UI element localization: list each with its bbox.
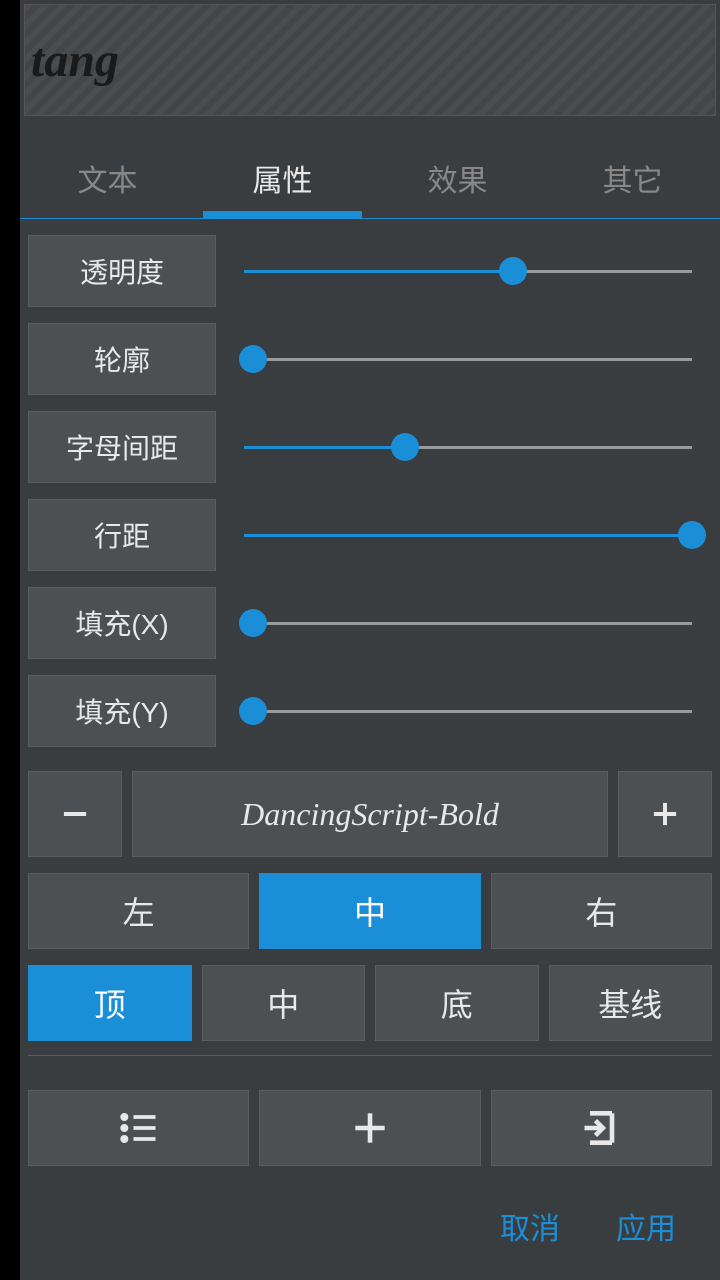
add-button[interactable]	[259, 1090, 480, 1166]
cancel-button[interactable]: 取消	[500, 1204, 560, 1248]
align-middle-button[interactable]: 中	[202, 965, 366, 1041]
insert-button[interactable]	[491, 1090, 712, 1166]
align-bottom-button[interactable]: 底	[375, 965, 539, 1041]
padding-x-row: 填充(X)	[28, 587, 712, 659]
align-baseline-button[interactable]: 基线	[549, 965, 713, 1041]
tab-other[interactable]: 其它	[545, 134, 720, 218]
list-icon	[117, 1106, 161, 1150]
padding-y-row: 填充(Y)	[28, 675, 712, 747]
dialog-actions: 取消 应用	[20, 1176, 720, 1280]
font-name-display[interactable]: DancingScript-Bold	[132, 771, 608, 857]
minus-icon	[56, 795, 94, 833]
padding-y-slider[interactable]	[244, 675, 712, 747]
tab-effects[interactable]: 效果	[370, 134, 545, 218]
outline-row: 轮廓	[28, 323, 712, 395]
v-align-row: 顶 中 底 基线	[28, 965, 712, 1041]
letter-spacing-row: 字母间距	[28, 411, 712, 483]
line-spacing-row: 行距	[28, 499, 712, 571]
line-spacing-slider[interactable]	[244, 499, 712, 571]
line-spacing-label[interactable]: 行距	[28, 499, 216, 571]
font-prev-button[interactable]	[28, 771, 122, 857]
properties-content[interactable]: 透明度 轮廓 字母间距 行距 填充(X)	[20, 219, 720, 1080]
outline-slider[interactable]	[244, 323, 712, 395]
tab-text[interactable]: 文本	[20, 134, 195, 218]
padding-x-slider[interactable]	[244, 587, 712, 659]
plus-icon	[646, 795, 684, 833]
padding-x-label[interactable]: 填充(X)	[28, 587, 216, 659]
divider	[28, 1055, 712, 1056]
opacity-slider[interactable]	[244, 235, 712, 307]
preview-text: tang	[31, 33, 119, 88]
apply-button[interactable]: 应用	[616, 1204, 676, 1248]
font-next-button[interactable]	[618, 771, 712, 857]
bottom-toolbar	[20, 1080, 720, 1176]
letter-spacing-slider[interactable]	[244, 411, 712, 483]
tab-properties[interactable]: 属性	[195, 134, 370, 218]
h-align-row: 左 中 右	[28, 873, 712, 949]
font-selector-row: DancingScript-Bold	[28, 771, 712, 857]
padding-y-label[interactable]: 填充(Y)	[28, 675, 216, 747]
tabs: 文本 属性 效果 其它	[20, 134, 720, 219]
align-top-button[interactable]: 顶	[28, 965, 192, 1041]
opacity-row: 透明度	[28, 235, 712, 307]
align-right-button[interactable]: 右	[491, 873, 712, 949]
letter-spacing-label[interactable]: 字母间距	[28, 411, 216, 483]
plus-icon	[348, 1106, 392, 1150]
text-properties-panel: tang 文本 属性 效果 其它 透明度 轮廓 字母间距 行距	[20, 0, 720, 1280]
text-preview: tang	[24, 4, 716, 116]
opacity-label[interactable]: 透明度	[28, 235, 216, 307]
align-center-button[interactable]: 中	[259, 873, 480, 949]
align-left-button[interactable]: 左	[28, 873, 249, 949]
insert-icon	[579, 1106, 623, 1150]
list-button[interactable]	[28, 1090, 249, 1166]
outline-label[interactable]: 轮廓	[28, 323, 216, 395]
